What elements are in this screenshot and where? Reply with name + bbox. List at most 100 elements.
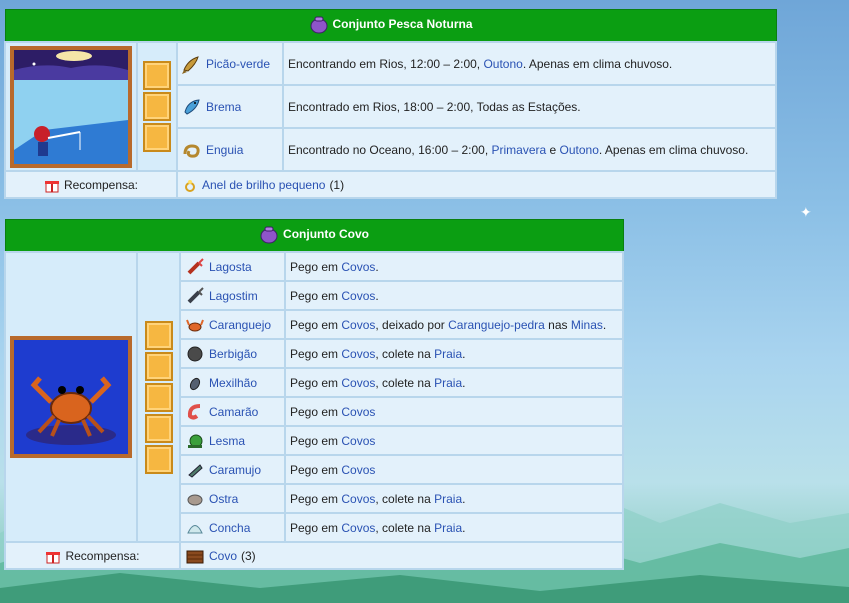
description-link[interactable]: Covos — [341, 376, 375, 390]
item-link[interactable]: Lesma — [209, 434, 245, 448]
item-link[interactable]: Picão-verde — [206, 57, 270, 71]
item-cell: Lagostim — [179, 280, 286, 311]
description-text: e — [546, 142, 560, 157]
item-cell: Lesma — [179, 425, 286, 456]
description-link[interactable]: Praia — [434, 376, 462, 390]
item-description: Pego em Covos — [283, 454, 625, 485]
bundle-header: Conjunto Covo — [4, 219, 624, 253]
description-link[interactable]: Covos — [341, 260, 375, 274]
slot-column — [136, 251, 181, 543]
description-link[interactable]: Covos — [341, 318, 375, 332]
description-text: , colete na — [375, 346, 435, 361]
description-text: . — [462, 346, 466, 361]
item-link[interactable]: Berbigão — [209, 347, 257, 361]
gift-icon — [46, 551, 61, 563]
description-text: , colete na — [375, 491, 435, 506]
eel-icon — [183, 143, 200, 158]
bundle-night-fishing: Conjunto Pesca Noturna Picão-verde Encon… — [4, 9, 778, 199]
bundle-slot[interactable] — [143, 92, 171, 121]
item-description: Pego em Covos, colete na Praia. — [283, 483, 625, 514]
item-link[interactable]: Lagosta — [209, 260, 252, 274]
description-link[interactable]: Outono — [560, 143, 599, 157]
description-text: Pego em — [290, 520, 342, 535]
crab-pot-image — [10, 336, 132, 458]
item-description: Pego em Covos, colete na Praia. — [283, 512, 625, 543]
bundle-slot[interactable] — [144, 320, 173, 350]
description-text: . — [602, 317, 607, 332]
item-description: Pego em Covos — [283, 425, 625, 456]
description-link[interactable]: Covos — [341, 434, 375, 448]
crayfish-icon — [187, 286, 204, 303]
reward-quantity: (3) — [241, 548, 256, 563]
fish-icon — [184, 98, 200, 115]
description-text: Pego em — [290, 346, 342, 361]
item-cell: Enguia — [176, 127, 284, 172]
reward-label-cell: Recompensa: — [4, 541, 181, 570]
cockle-icon — [187, 346, 203, 361]
item-description: Encontrado no Oceano, 16:00 – 2:00, Prim… — [281, 127, 778, 172]
description-link[interactable]: Praia — [434, 347, 462, 361]
bundle-slot[interactable] — [144, 382, 173, 412]
description-link[interactable]: Covos — [341, 347, 375, 361]
description-text: . Apenas em clima chuvoso. — [522, 56, 673, 71]
bundle-slot[interactable] — [143, 123, 171, 152]
item-link[interactable]: Camarão — [209, 405, 258, 419]
description-link[interactable]: Minas — [571, 318, 603, 332]
item-link[interactable]: Ostra — [209, 492, 238, 506]
item-description: Pego em Covos — [283, 396, 625, 427]
description-text: Pego em — [290, 491, 342, 506]
bundle-image-cell — [4, 41, 138, 172]
item-description: Pego em Covos. — [283, 251, 625, 282]
description-text: Pego em — [290, 259, 342, 274]
item-link[interactable]: Lagostim — [209, 289, 258, 303]
description-link[interactable]: Praia — [434, 492, 462, 506]
description-link[interactable]: Primavera — [491, 143, 546, 157]
description-text: . — [375, 259, 379, 274]
item-description: Pego em Covos, colete na Praia. — [283, 367, 625, 398]
crab-pot-icon — [186, 550, 204, 563]
item-link[interactable]: Caramujo — [209, 463, 261, 477]
item-cell: Lagosta — [179, 251, 286, 282]
bundle-crab-pot: Conjunto Covo Lagosta Pego em Covos. Lag… — [4, 219, 625, 570]
description-link[interactable]: Praia — [434, 521, 462, 535]
description-text: nas — [544, 317, 571, 332]
periwinkle-icon — [188, 463, 203, 478]
description-link[interactable]: Covos — [341, 492, 375, 506]
description-link[interactable]: Caranguejo-pedra — [448, 318, 545, 332]
bundle-slot[interactable] — [144, 351, 173, 381]
slot-column — [136, 41, 178, 172]
reward-item-link[interactable]: Covo — [209, 549, 237, 563]
description-link[interactable]: Covos — [341, 463, 375, 477]
description-link[interactable]: Outono — [483, 57, 522, 71]
bundle-title: Conjunto Pesca Noturna — [332, 17, 473, 31]
bundle-slot[interactable] — [143, 61, 171, 90]
item-link[interactable]: Caranguejo — [209, 318, 271, 332]
description-text: Pego em — [290, 375, 342, 390]
description-link[interactable]: Covos — [341, 521, 375, 535]
reward-label: Recompensa: — [63, 177, 139, 192]
description-text: , colete na — [375, 520, 435, 535]
item-link[interactable]: Mexilhão — [209, 376, 257, 390]
fish-icon — [182, 55, 199, 74]
bundle-slot[interactable] — [144, 444, 173, 474]
description-text: Pego em — [290, 404, 342, 419]
description-text: Pego em — [290, 462, 342, 477]
description-text: Encontrando em Rios, 12:00 – 2:00, — [288, 56, 484, 71]
item-cell: Ostra — [179, 483, 286, 514]
reward-item-link[interactable]: Anel de brilho pequeno — [202, 178, 325, 192]
item-link[interactable]: Brema — [206, 100, 241, 114]
item-cell: Berbigão — [179, 338, 286, 369]
item-cell: Caranguejo — [179, 309, 286, 340]
description-text: . — [462, 520, 466, 535]
item-description: Encontrado em Rios, 18:00 – 2:00, Todas … — [281, 84, 778, 129]
description-text: Pego em — [290, 433, 342, 448]
item-link[interactable]: Enguia — [206, 143, 243, 157]
bundle-slot[interactable] — [144, 413, 173, 443]
crab-icon — [186, 319, 204, 331]
item-link[interactable]: Concha — [209, 521, 250, 535]
item-cell: Picão-verde — [176, 41, 284, 86]
bundle-image-cell — [4, 251, 138, 543]
description-link[interactable]: Covos — [341, 405, 375, 419]
snail-icon — [188, 434, 203, 448]
description-link[interactable]: Covos — [341, 289, 375, 303]
